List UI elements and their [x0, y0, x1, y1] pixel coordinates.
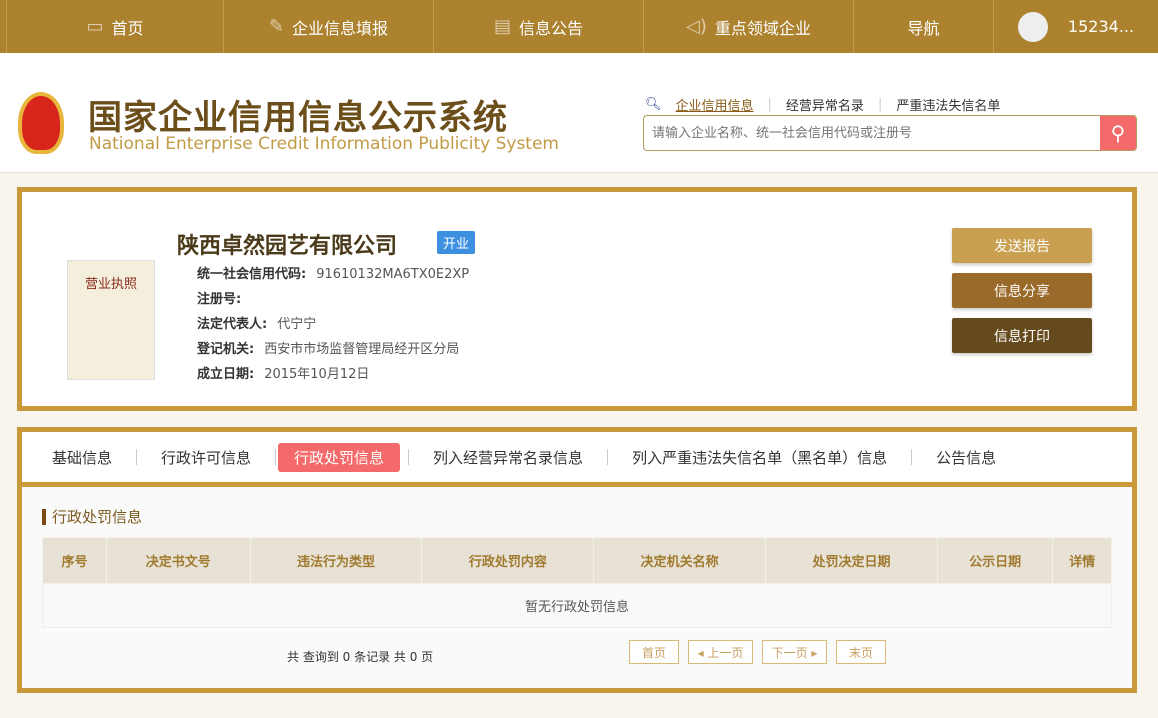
col-header: 公示日期 [936, 537, 1054, 584]
field-label: 注册号: [197, 292, 242, 307]
print-info-button[interactable]: 信息打印 [952, 318, 1092, 353]
search-button[interactable]: ⚲ [1100, 116, 1136, 150]
avatar [1017, 11, 1048, 42]
field-label: 法定代表人: [197, 317, 268, 332]
national-emblem-icon [18, 92, 64, 154]
user-menu[interactable]: 15234... [994, 0, 1158, 53]
col-header: 行政处罚内容 [421, 537, 595, 584]
top-nav: ▭ 首页 ✎ 企业信息填报 ▤ 信息公告 ◁) 重点领域企业 导航 15234... [0, 0, 1158, 53]
company-info: 统一社会信用代码: 91610132MA6TX0E2XP 注册号: 法定代表人: 代… [197, 262, 469, 387]
tab-abnormal[interactable]: 列入经营异常名录信息 [417, 443, 599, 472]
tab-penalty[interactable]: 行政处罚信息 [278, 442, 401, 472]
reg-authority: 西安市市场监督管理局经开区分局 [264, 342, 460, 357]
section-title: 行政处罚信息 [42, 509, 1132, 525]
site-title: 国家企业信用信息公示系统 [88, 98, 508, 138]
send-report-button[interactable]: 发送报告 [952, 228, 1092, 263]
col-header: 处罚决定日期 [765, 537, 938, 584]
monitor-icon: ▭ [86, 16, 104, 37]
site-subtitle: National Enterprise Credit Information P… [89, 134, 559, 154]
tab-license[interactable]: 行政许可信息 [145, 443, 267, 472]
nav-label: 导航 [907, 18, 940, 38]
nav-home[interactable]: ▭ 首页 [6, 0, 224, 53]
tab-basic[interactable]: 基础信息 [36, 443, 128, 472]
nav-label: 信息公告 [519, 18, 584, 38]
first-page-button[interactable]: 首页 [629, 640, 679, 664]
document-icon: ▤ [493, 16, 511, 37]
nav-announce[interactable]: ▤ 信息公告 [434, 0, 644, 53]
nav-label: 首页 [111, 18, 144, 38]
license-label: 营业执照 [84, 277, 137, 292]
nav-label: 企业信息填报 [292, 18, 389, 38]
search-icon: 🔍︎ [645, 97, 662, 112]
col-header: 决定书文号 [106, 537, 251, 584]
username: 15234... [1067, 17, 1135, 36]
search-box: ⚲ [643, 115, 1137, 151]
detail-card: 基础信息 行政许可信息 行政处罚信息 列入经营异常名录信息 列入严重违法失信名单… [17, 427, 1137, 693]
tab-notice[interactable]: 公告信息 [920, 443, 1012, 472]
last-page-button[interactable]: 末页 [836, 640, 886, 664]
link-credit-info[interactable]: 企业信用信息 [676, 95, 754, 114]
legal-rep: 代宁宁 [277, 317, 317, 332]
field-label: 登记机关: [197, 342, 255, 357]
established-date: 2015年10月12日 [264, 367, 370, 382]
tab-bar: 基础信息 行政许可信息 行政处罚信息 列入经营异常名录信息 列入严重违法失信名单… [22, 432, 1132, 487]
next-page-button[interactable]: 下一页 ▸ [762, 640, 827, 664]
speaker-icon: ◁) [686, 16, 707, 37]
col-header: 违法行为类型 [249, 537, 423, 584]
link-abnormal-list[interactable]: 经营异常名录 [786, 95, 864, 114]
company-card: 营业执照 陕西卓然园艺有限公司 开业 统一社会信用代码: 91610132MA6T… [17, 187, 1137, 411]
search-input[interactable] [644, 116, 1100, 150]
share-info-button[interactable]: 信息分享 [952, 273, 1092, 308]
credit-code: 91610132MA6TX0E2XP [316, 267, 470, 282]
col-header: 决定机关名称 [593, 537, 767, 584]
nav-label: 重点领域企业 [714, 18, 811, 38]
status-badge: 开业 [437, 231, 476, 254]
pen-icon: ✎ [268, 16, 285, 37]
record-count: 共 查询到 0 条记录 共 0 页 [287, 650, 434, 664]
empty-message: 暂无行政处罚信息 [42, 583, 1112, 628]
col-header: 详情 [1052, 537, 1112, 584]
search-type-links: 🔍︎ 企业信用信息 | 经营异常名录 | 严重违法失信名单 [645, 95, 1001, 114]
field-label: 成立日期: [197, 367, 255, 382]
company-name: 陕西卓然园艺有限公司 [177, 234, 398, 259]
prev-page-button[interactable]: ◂ 上一页 [688, 640, 753, 664]
penalty-table: 序号 决定书文号 违法行为类型 行政处罚内容 决定机关名称 处罚决定日期 公示日… [42, 537, 1112, 628]
field-label: 统一社会信用代码: [197, 267, 307, 282]
nav-navigation[interactable]: 导航 [854, 0, 994, 53]
search-icon: ⚲ [1110, 122, 1126, 145]
nav-report[interactable]: ✎ 企业信息填报 [224, 0, 434, 53]
link-blacklist[interactable]: 严重违法失信名单 [896, 95, 1000, 114]
pagination: 共 查询到 0 条记录 共 0 页 首页 ◂ 上一页 下一页 ▸ 末页 [22, 628, 1132, 678]
nav-key-enterprise[interactable]: ◁) 重点领域企业 [644, 0, 854, 53]
col-header: 序号 [42, 537, 107, 584]
tab-blacklist[interactable]: 列入严重违法失信名单（黑名单）信息 [616, 443, 903, 472]
business-license-image: 营业执照 [67, 260, 155, 380]
